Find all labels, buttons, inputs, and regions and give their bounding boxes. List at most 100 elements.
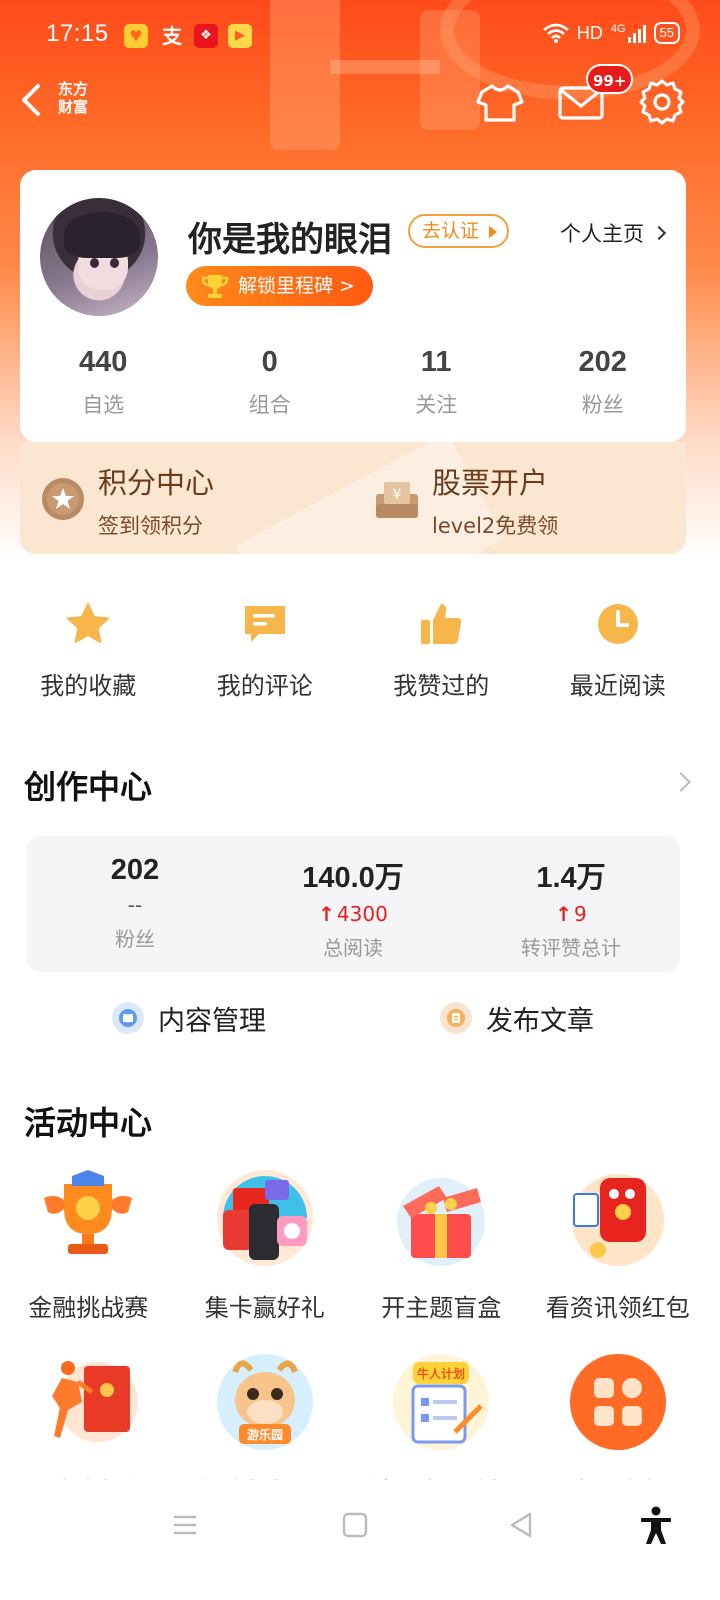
stat-followers[interactable]: 202 粉丝: [520, 346, 687, 419]
accessibility-icon[interactable]: [638, 1506, 674, 1546]
system-nav-bar: [0, 1480, 720, 1600]
activity-label: 开主题盲盒: [381, 1294, 502, 1322]
brand-logo[interactable]: 东方 财富: [58, 80, 98, 116]
runner-envelope-icon: [52, 1361, 139, 1442]
profile-card: 你是我的眼泪 去认证 个人主页 解锁里程碑 > 440 自选 0 组合 11 关…: [20, 170, 686, 442]
plan-badge-text: 牛人计划: [417, 1366, 465, 1381]
shopping-app-icon: ❖: [194, 24, 218, 48]
creation-stat-label: 转评赞总计: [521, 936, 621, 960]
stat-value: 440: [79, 346, 128, 378]
username: 你是我的眼泪: [188, 220, 392, 260]
publish-article-label: 发布文章: [486, 1005, 594, 1037]
quick-actions: 我的收藏 我的评论 我赞过的 最近阅读: [0, 600, 706, 701]
quick-action-label: 我的评论: [216, 672, 313, 700]
content-manage-button[interactable]: 内容管理: [112, 996, 266, 1040]
stat-label: 自选: [82, 393, 125, 417]
points-center-subtitle: 签到领积分: [98, 514, 203, 538]
stat-value: 0: [261, 346, 278, 378]
thumbs-up-icon: [421, 604, 462, 644]
mail-badge: 99+: [586, 64, 634, 94]
avatar-eye: [110, 258, 119, 268]
yuan-box-icon: ¥: [376, 482, 418, 518]
points-bar: 积分中心 签到领积分 ¥ 股票开户 level2免费领: [20, 442, 686, 554]
shirt-icon[interactable]: [472, 74, 528, 130]
signal-label: 4G: [610, 23, 626, 35]
verify-button[interactable]: 去认证: [408, 214, 510, 248]
play-arrow-icon: [489, 226, 498, 238]
mascot-badge-text: 游乐园: [247, 1427, 283, 1442]
creation-stat-engagement[interactable]: 1.4万 ↑ 9 转评赞总计: [462, 836, 680, 972]
milestone-label: 解锁里程碑 >: [238, 275, 355, 297]
activity-center-title: 活动中心: [24, 1104, 153, 1142]
activity-item[interactable]: 开主题盲盒: [353, 1168, 530, 1323]
stat-label: 关注: [415, 393, 458, 417]
creation-stat-delta: --: [127, 893, 143, 917]
creation-stat-reads[interactable]: 140.0万 ↑ 4300 总阅读: [244, 836, 462, 972]
chevron-right-icon[interactable]: [671, 772, 691, 792]
stat-following[interactable]: 11 关注: [353, 346, 520, 419]
avatar-hair: [64, 212, 140, 258]
brand-line-2: 财富: [58, 98, 89, 116]
document-icon: [440, 1002, 472, 1034]
recent-reading-action[interactable]: 最近阅读: [530, 600, 707, 701]
video-app-icon: ▶: [228, 24, 252, 48]
open-account-subtitle: level2免费领: [432, 514, 559, 538]
creation-stat-delta-row: ↑ 9: [462, 902, 680, 926]
publish-article-button[interactable]: 发布文章: [440, 996, 594, 1040]
back-icon[interactable]: [14, 78, 54, 122]
plan-notebook-icon: 牛人计划: [393, 1354, 490, 1450]
activity-item[interactable]: 看资讯领红包: [530, 1168, 707, 1323]
signal-icon: 4G: [611, 23, 646, 43]
creation-stat-delta: 4300: [336, 902, 388, 926]
star-icon: [67, 603, 110, 643]
stat-watchlist[interactable]: 440 自选: [20, 346, 187, 419]
activity-label: 集卡赢好礼: [204, 1294, 325, 1322]
homepage-label: 个人主页: [560, 222, 644, 246]
creation-stat-value: 1.4万: [536, 862, 606, 894]
quick-action-label: 我的收藏: [40, 672, 137, 700]
creation-stat-label: 总阅读: [323, 936, 383, 960]
brand-line-1: 东方: [58, 80, 89, 98]
home-square-icon[interactable]: [340, 1510, 370, 1540]
stat-value: 202: [578, 346, 627, 378]
creation-stat-delta: 9: [574, 902, 587, 926]
homepage-link[interactable]: 个人主页: [560, 218, 667, 248]
creation-stat-delta-row: ↑ 4300: [244, 902, 462, 926]
trophy-icon: [44, 1170, 133, 1254]
gear-icon[interactable]: [634, 74, 690, 130]
points-star-icon: [42, 478, 84, 520]
favorites-action[interactable]: 我的收藏: [0, 600, 177, 701]
comment-icon: [244, 606, 285, 642]
open-account-title: 股票开户: [432, 466, 549, 500]
grid-icon: [569, 1354, 666, 1450]
verify-label: 去认证: [422, 220, 480, 242]
status-time: 17:15: [46, 20, 109, 47]
battery-indicator: 55: [653, 22, 680, 44]
activity-label: 金融挑战赛: [28, 1294, 149, 1322]
milestone-button[interactable]: 解锁里程碑 >: [186, 266, 373, 306]
creation-center-title: 创作中心: [24, 768, 153, 806]
alipay-icon: 支: [162, 24, 182, 48]
creation-stat-followers[interactable]: 202 -- 粉丝: [26, 836, 244, 972]
quick-action-label: 我赞过的: [393, 672, 490, 700]
avatar[interactable]: [40, 198, 158, 316]
stat-portfolio[interactable]: 0 组合: [187, 346, 354, 419]
book-icon: [112, 1002, 144, 1034]
status-right: HD 4G 55: [543, 22, 680, 44]
bell-app-icon: ♥: [124, 24, 148, 48]
comments-action[interactable]: 我的评论: [177, 600, 354, 701]
activity-item[interactable]: 集卡赢好礼: [177, 1168, 354, 1323]
back-triangle-icon[interactable]: [506, 1510, 536, 1540]
menu-icon[interactable]: [170, 1510, 200, 1540]
status-bar: 17:15 ♥ 支 ❖ ▶ HD 4G 55: [0, 0, 720, 70]
arrow-up-icon: ↑: [318, 902, 335, 926]
svg-text:¥: ¥: [393, 487, 402, 503]
creation-stats: 202 -- 粉丝 140.0万 ↑ 4300 总阅读 1.4万 ↑ 9 转评赞总计: [26, 836, 680, 972]
activity-item[interactable]: 金融挑战赛: [0, 1168, 177, 1323]
liked-action[interactable]: 我赞过的: [353, 600, 530, 701]
gifts-phone-icon: [216, 1170, 313, 1266]
wifi-icon: [543, 23, 569, 43]
quick-action-label: 最近阅读: [569, 672, 666, 700]
stat-label: 组合: [248, 393, 291, 417]
creation-stat-label: 粉丝: [115, 927, 155, 951]
